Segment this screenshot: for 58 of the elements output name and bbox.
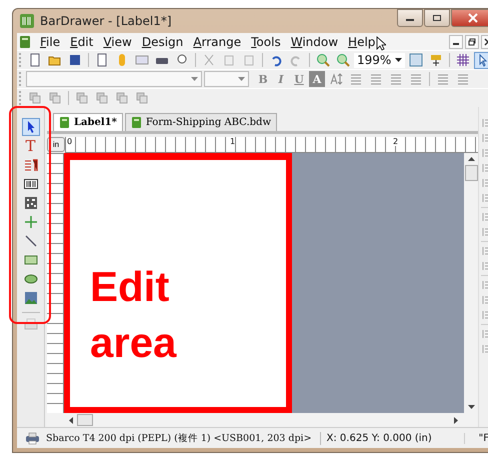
document-icon <box>19 34 31 48</box>
restore-icon <box>468 38 476 46</box>
scroll-down-icon <box>468 405 474 409</box>
minimize-icon <box>453 43 459 45</box>
document-icon <box>130 116 142 129</box>
zoom-in-icon[interactable] <box>314 52 332 68</box>
zoom-out-icon[interactable] <box>334 52 352 68</box>
menu-item[interactable]: Help <box>343 34 380 48</box>
cross-icon <box>24 215 38 229</box>
menu-item[interactable]: Arrange <box>188 34 246 48</box>
scroll-right-icon <box>454 416 458 424</box>
maximize-icon <box>432 14 442 22</box>
caret-icon <box>238 77 245 81</box>
menu-item[interactable]: File <box>35 34 66 48</box>
scroll-thumb[interactable] <box>464 165 478 181</box>
scroll-thumb[interactable] <box>77 414 93 426</box>
print-icon <box>24 318 38 332</box>
restore-button[interactable] <box>465 34 479 48</box>
close-icon <box>468 13 478 23</box>
ruler-label: 2 <box>393 137 398 146</box>
close-button[interactable] <box>451 9 488 27</box>
caret-icon <box>191 77 198 81</box>
cursor-coordinates: X: 0.625 Y: 0.000 (in) <box>326 432 433 444</box>
picture-icon <box>24 291 38 305</box>
qrcode-icon <box>24 196 38 210</box>
menu-item[interactable]: Window <box>286 34 344 48</box>
text-tool[interactable]: T <box>22 137 40 155</box>
app-icon <box>19 13 35 29</box>
document-tab[interactable]: Label1* <box>53 113 123 131</box>
rectangle-icon <box>24 253 38 267</box>
document-icon <box>59 116 70 129</box>
barcode-icon <box>24 177 38 191</box>
pointer-tool[interactable] <box>22 118 40 136</box>
ruler-label: 0 <box>67 137 72 146</box>
window-title: BarDrawer - [Label1*] <box>40 14 172 28</box>
minimize-button[interactable] <box>449 34 463 48</box>
caret-icon <box>395 58 402 62</box>
scroll-up-icon <box>468 157 474 161</box>
minimize-button[interactable] <box>397 9 423 27</box>
menu-item[interactable]: Edit <box>65 34 98 48</box>
zoom-dropdown[interactable]: 199% <box>354 52 406 68</box>
document-tab[interactable]: Form-Shipping ABC.bdw <box>124 113 278 131</box>
printer-icon <box>25 432 40 444</box>
ellipse-icon <box>24 272 38 286</box>
menu-item[interactable]: View <box>98 34 137 48</box>
printer-status: Sbarco T4 200 dpi (PEPL) (複件 1) <USB001, 203 dpi> <box>46 432 321 444</box>
font-size-dropdown[interactable] <box>204 71 249 87</box>
menu-item[interactable]: Tools <box>246 34 286 48</box>
format-button[interactable]: A <box>309 71 325 87</box>
ruler-label: 1 <box>230 137 236 146</box>
annotation-text: Edit area <box>90 262 176 368</box>
line-icon <box>24 234 38 248</box>
maximize-button[interactable] <box>424 9 450 27</box>
scroll-left-icon <box>69 416 73 424</box>
paragraph-icon <box>24 158 38 172</box>
menu-item[interactable]: Design <box>136 34 188 48</box>
status-text: "F <box>464 432 488 444</box>
select-pointer-icon[interactable] <box>474 52 488 68</box>
